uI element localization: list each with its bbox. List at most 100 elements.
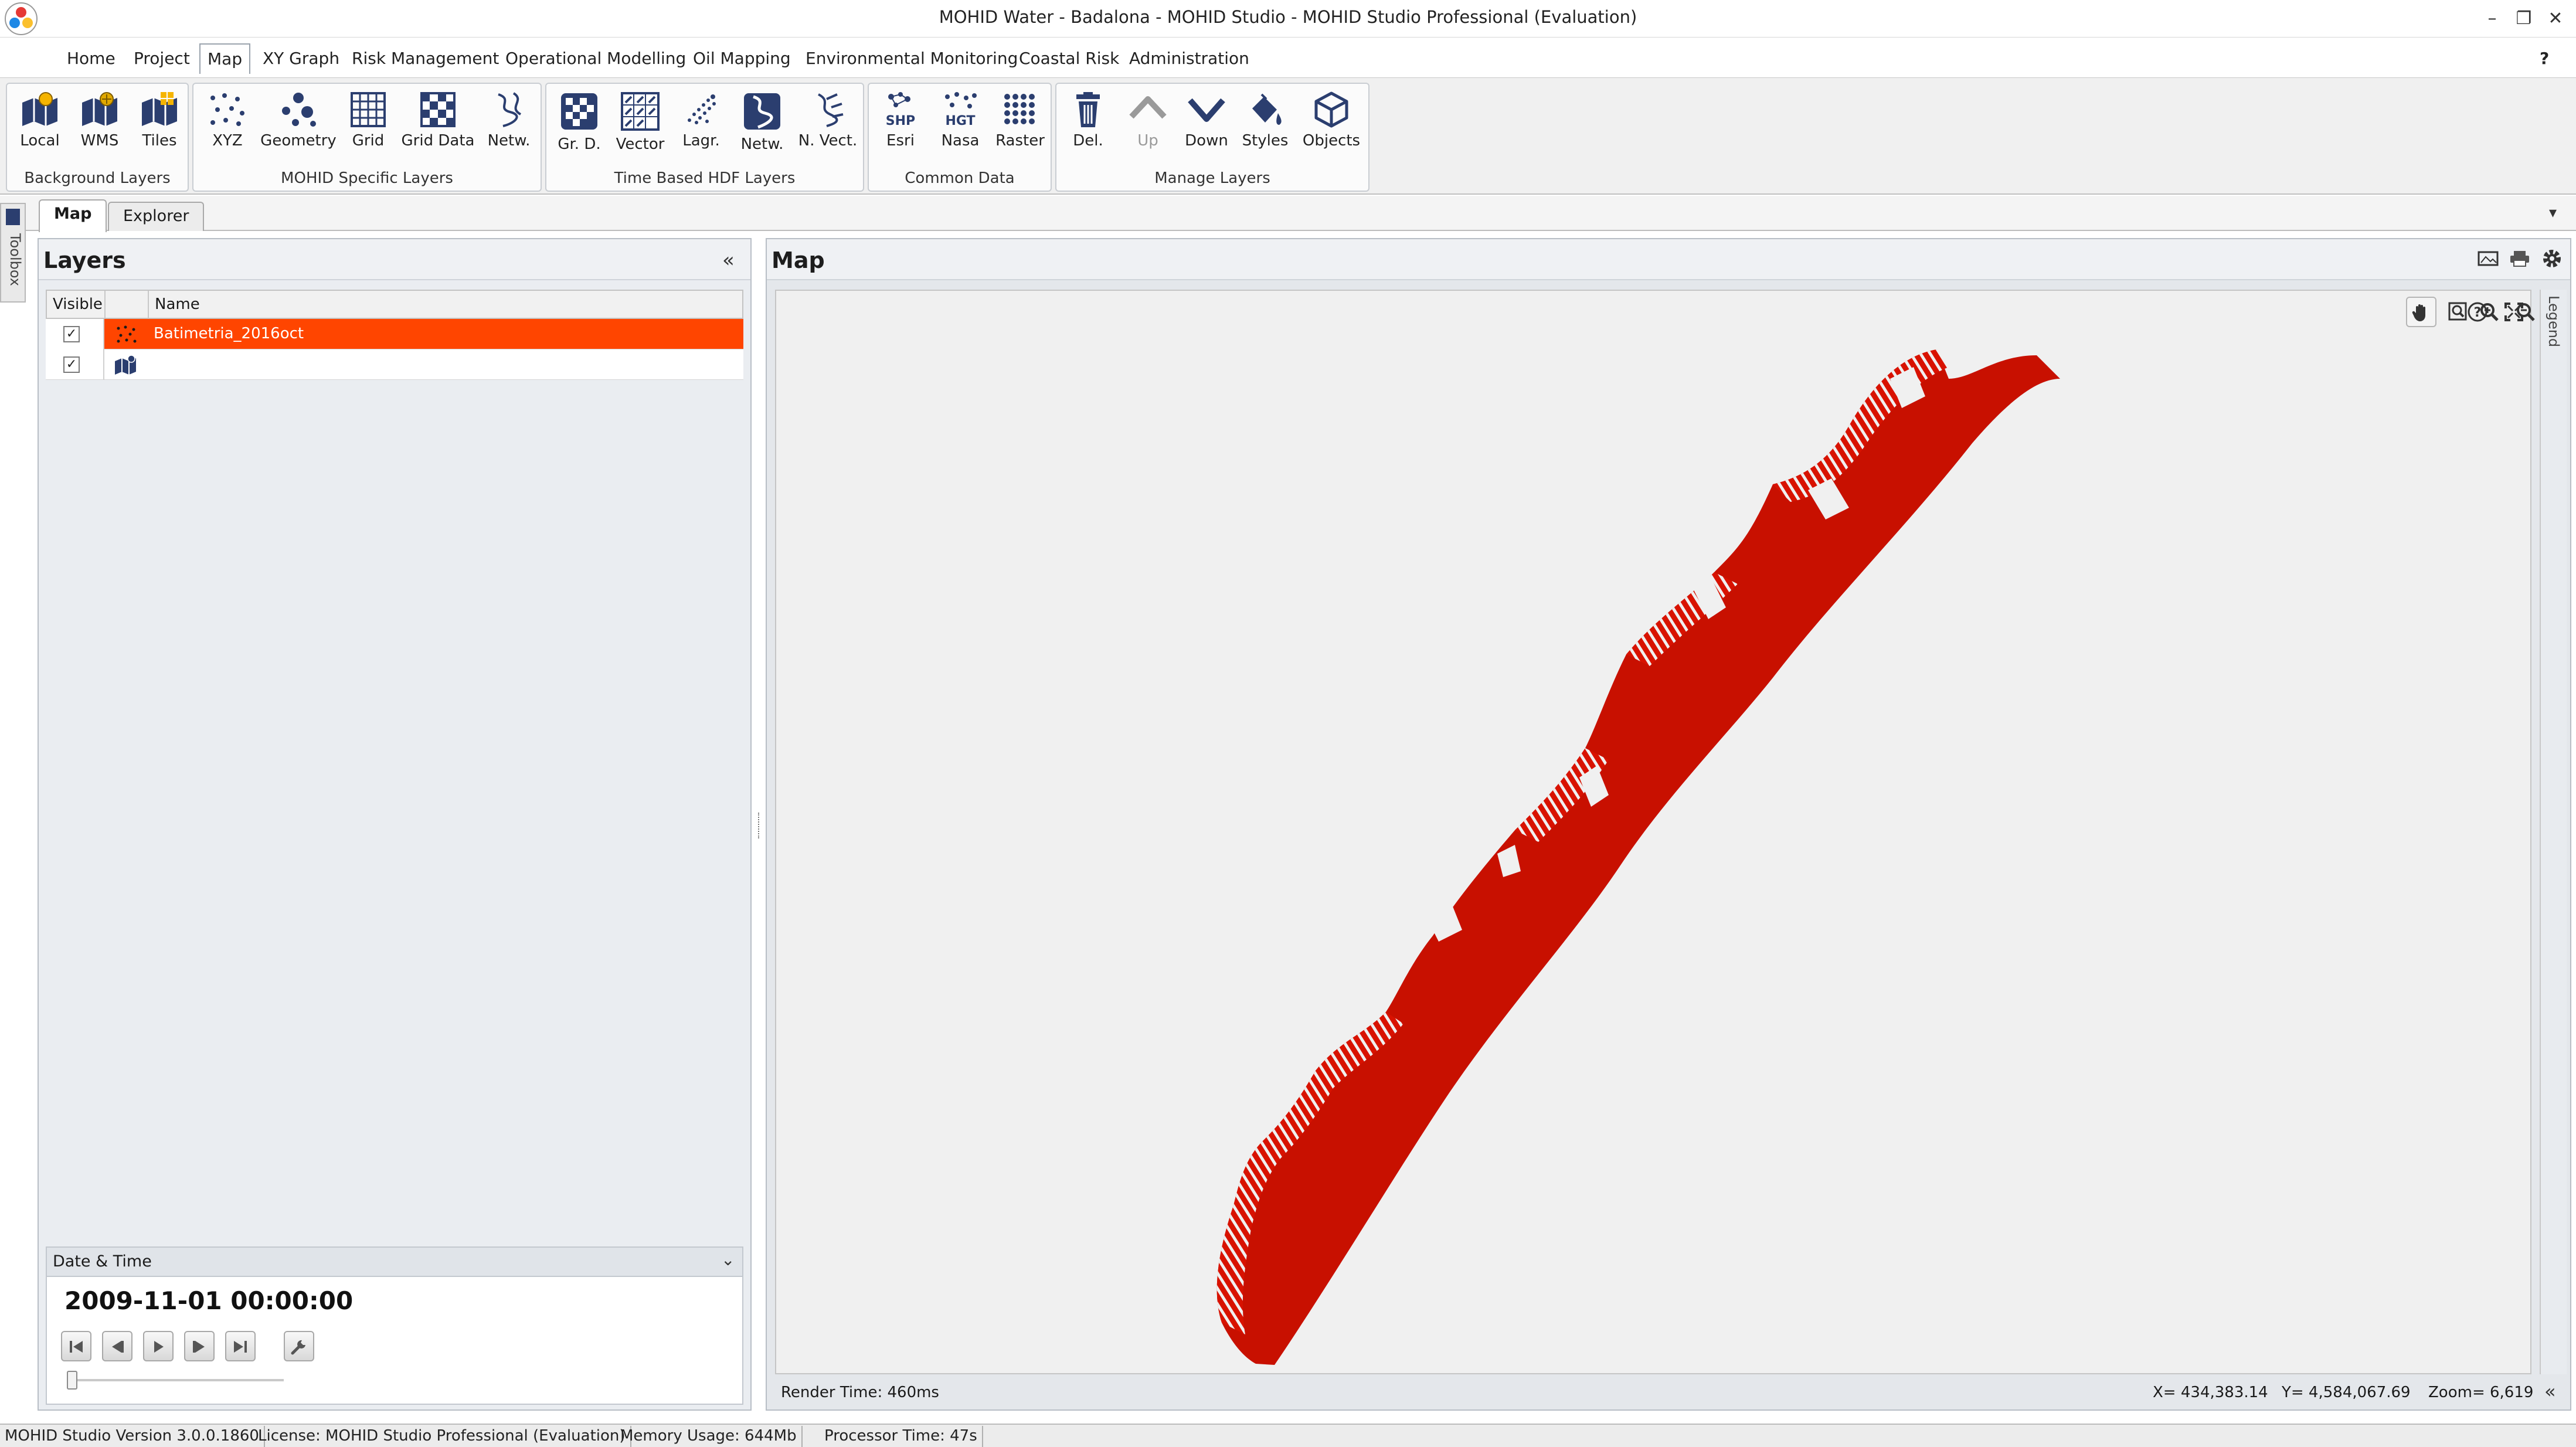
- collapse-panel-button[interactable]: «: [722, 249, 735, 272]
- ribbon-group-mohid-specific-layers: XYZ Geometry Grid Grid Data Netw. MOHID …: [192, 83, 542, 192]
- esri-button[interactable]: SHP Esri: [872, 89, 929, 161]
- export-image-icon[interactable]: [2478, 250, 2499, 267]
- paint-bucket-icon: [1252, 93, 1282, 125]
- menu-map[interactable]: Map: [199, 43, 251, 74]
- hand-pan-icon: [2412, 304, 2425, 321]
- title-bar: MOHID Water - Badalona - MOHID Studio - …: [0, 0, 2576, 38]
- column-icon[interactable]: [106, 291, 149, 318]
- grid-data-button[interactable]: Grid Data: [400, 89, 476, 161]
- settings-gear-icon[interactable]: [2541, 247, 2563, 270]
- grid-icon: [351, 92, 386, 127]
- delete-layer-button[interactable]: Del.: [1060, 89, 1116, 161]
- tiles-button[interactable]: Tiles: [131, 89, 188, 161]
- grid-button[interactable]: Grid: [340, 89, 396, 161]
- fullscreen-icon: [2504, 303, 2523, 321]
- layers-panel: Layers « Visible Name ✓ Batimetria_2016o…: [38, 238, 752, 1411]
- menu-home[interactable]: Home: [60, 46, 123, 72]
- menu-project[interactable]: Project: [127, 46, 197, 72]
- toolbox-label: Toolbox: [7, 233, 23, 286]
- nasa-button[interactable]: HGT Nasa: [932, 89, 988, 161]
- menu-operational-modelling[interactable]: Operational Modelling: [498, 46, 693, 72]
- move-up-button[interactable]: Up: [1120, 89, 1176, 161]
- panel-splitter[interactable]: [752, 238, 767, 1411]
- ribbon-group-manage-layers: Del. Up Down Styles Objects Manage Layer…: [1055, 83, 1369, 192]
- grid-data-hdf-button[interactable]: Gr. D.: [551, 89, 607, 161]
- menu-environmental-monitoring[interactable]: Environmental Monitoring: [798, 46, 1025, 72]
- raster-button[interactable]: Raster: [992, 89, 1048, 161]
- column-visible[interactable]: Visible: [47, 291, 106, 318]
- lagrangian-particles-icon: [688, 94, 716, 124]
- first-frame-button[interactable]: [61, 1331, 91, 1361]
- next-frame-button[interactable]: [184, 1331, 215, 1361]
- play-button[interactable]: [143, 1331, 174, 1361]
- menu-xy-graph[interactable]: XY Graph: [256, 46, 346, 72]
- time-slider-thumb[interactable]: [67, 1371, 77, 1390]
- menu-oil-mapping[interactable]: Oil Mapping: [686, 46, 798, 72]
- x-coordinate: X= 434,383.14: [2153, 1384, 2268, 1401]
- pan-button[interactable]: [2406, 297, 2436, 327]
- ribbon: Local WMS Tiles Background Layers XYZ Ge…: [0, 77, 2576, 195]
- window-title: MOHID Water - Badalona - MOHID Studio - …: [939, 7, 1637, 27]
- datetime-panel: Date & Time ⌄ 2009-11-01 00:00:00: [46, 1246, 743, 1405]
- tab-explorer[interactable]: Explorer: [108, 202, 205, 231]
- time-settings-button[interactable]: [284, 1331, 314, 1361]
- help-button[interactable]: ?: [2533, 46, 2556, 72]
- lagrangian-button[interactable]: Lagr.: [673, 89, 729, 161]
- styles-button[interactable]: Styles: [1237, 89, 1293, 161]
- tab-map[interactable]: Map: [39, 199, 107, 232]
- tab-overflow-icon[interactable]: ▾: [2549, 204, 2557, 222]
- cube-icon: [1314, 91, 1348, 128]
- full-extent-button[interactable]: [2503, 301, 2524, 322]
- objects-button[interactable]: Objects: [1297, 89, 1366, 161]
- network-hdf-button[interactable]: Netw.: [733, 89, 791, 161]
- map-panel: Map ? Legend Render Time: 460ms X= 434,3…: [766, 238, 2571, 1411]
- close-button[interactable]: ✕: [2535, 4, 2576, 34]
- play-icon: [154, 1341, 164, 1353]
- group-title: Manage Layers: [1154, 169, 1270, 187]
- network-vector-button[interactable]: N. Vect.: [795, 89, 861, 161]
- local-button[interactable]: Local: [12, 89, 68, 161]
- geometry-icon: [282, 93, 316, 127]
- zoom-level: Zoom= 6,619: [2428, 1384, 2534, 1401]
- layer-row[interactable]: ✓ Batimetria_2016oct: [46, 319, 743, 349]
- wrench-icon: [291, 1340, 305, 1355]
- print-icon[interactable]: [2509, 250, 2530, 267]
- datetime-toggle-button[interactable]: ⌄: [721, 1250, 735, 1269]
- network-button[interactable]: Netw.: [480, 89, 538, 161]
- trash-icon: [1076, 92, 1100, 127]
- vector-button[interactable]: Vector: [611, 89, 670, 161]
- geometry-button[interactable]: Geometry: [260, 89, 337, 161]
- expand-legend-button[interactable]: «: [2544, 1380, 2556, 1402]
- skip-first-icon: [70, 1341, 83, 1353]
- column-name[interactable]: Name: [149, 291, 742, 318]
- document-tabs: Map Explorer ▾: [0, 196, 2576, 232]
- time-slider-track[interactable]: [67, 1379, 284, 1381]
- move-down-button[interactable]: Down: [1178, 89, 1235, 161]
- info-button[interactable]: ?: [2467, 301, 2488, 322]
- menu-administration[interactable]: Administration: [1122, 46, 1256, 72]
- toolbox-tab[interactable]: Toolbox: [0, 203, 26, 303]
- layer-row[interactable]: ✓: [46, 349, 743, 380]
- network-hdf-icon: [744, 93, 780, 130]
- previous-frame-button[interactable]: [102, 1331, 132, 1361]
- xyz-points-icon: [210, 93, 244, 126]
- last-frame-button[interactable]: [225, 1331, 256, 1361]
- layers-grid-header: Visible Name: [46, 290, 743, 319]
- wms-button[interactable]: WMS: [72, 89, 128, 161]
- legend-side-tab[interactable]: Legend: [2540, 290, 2567, 1374]
- local-layer-icon: [22, 92, 57, 126]
- layers-panel-header: Layers «: [39, 239, 750, 280]
- status-license: License: MOHID Studio Professional (Eval…: [253, 1426, 631, 1447]
- layer-visible-checkbox[interactable]: ✓: [63, 356, 80, 373]
- menu-coastal-risk[interactable]: Coastal Risk: [1012, 46, 1126, 72]
- grid-data-icon: [420, 92, 456, 127]
- map-canvas[interactable]: [775, 290, 2535, 1374]
- playback-controls: [61, 1331, 413, 1364]
- status-version: MOHID Studio Version 3.0.0.1860: [0, 1426, 265, 1447]
- map-status: Render Time: 460ms X= 434,383.14 Y= 4,58…: [775, 1379, 2567, 1407]
- svg-text:HGT: HGT: [945, 114, 975, 128]
- group-title: Background Layers: [24, 169, 171, 187]
- layer-visible-checkbox[interactable]: ✓: [63, 326, 80, 342]
- menu-risk-management[interactable]: Risk Management: [345, 46, 506, 72]
- xyz-button[interactable]: XYZ: [198, 89, 257, 161]
